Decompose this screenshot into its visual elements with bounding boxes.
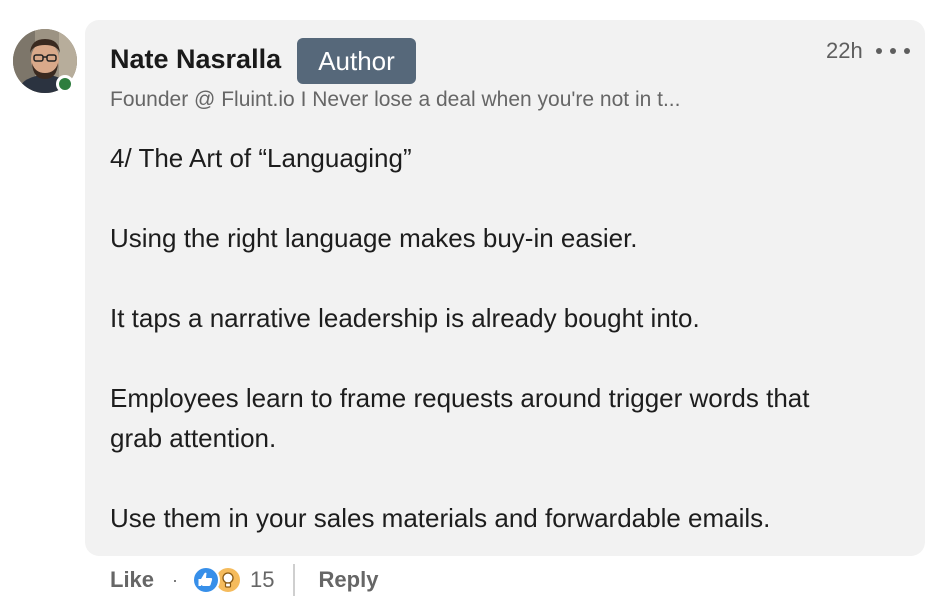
author-name[interactable]: Nate Nasralla [110, 44, 281, 75]
like-reaction-icon [192, 566, 221, 594]
comment-actions: Like · 15 Reply [110, 560, 378, 600]
actions-divider [292, 564, 295, 596]
comment-paragraph: Employees learn to frame requests around… [110, 383, 810, 453]
comment-body: 4/ The Art of “Languaging” Using the rig… [110, 138, 900, 538]
comment-paragraph: Use them in your sales materials and for… [110, 503, 771, 533]
avatar-container[interactable] [13, 29, 77, 93]
author-headline: Founder @ Fluint.io I Never lose a deal … [110, 88, 681, 111]
comment-paragraph: Using the right language makes buy-in ea… [110, 223, 638, 253]
reply-button[interactable]: Reply [319, 567, 379, 593]
reactions-summary[interactable]: 15 [192, 566, 275, 594]
online-status-indicator [56, 75, 74, 93]
comment-paragraph: 4/ The Art of “Languaging” [110, 143, 412, 173]
comment-paragraph: It taps a narrative leadership is alread… [110, 303, 700, 333]
separator-dot: · [172, 569, 179, 590]
more-options-icon[interactable] [876, 38, 910, 64]
comment-timestamp: 22h [826, 38, 863, 63]
reaction-count[interactable]: 15 [250, 567, 274, 593]
author-badge: Author [297, 38, 416, 84]
like-button[interactable]: Like [110, 567, 154, 593]
